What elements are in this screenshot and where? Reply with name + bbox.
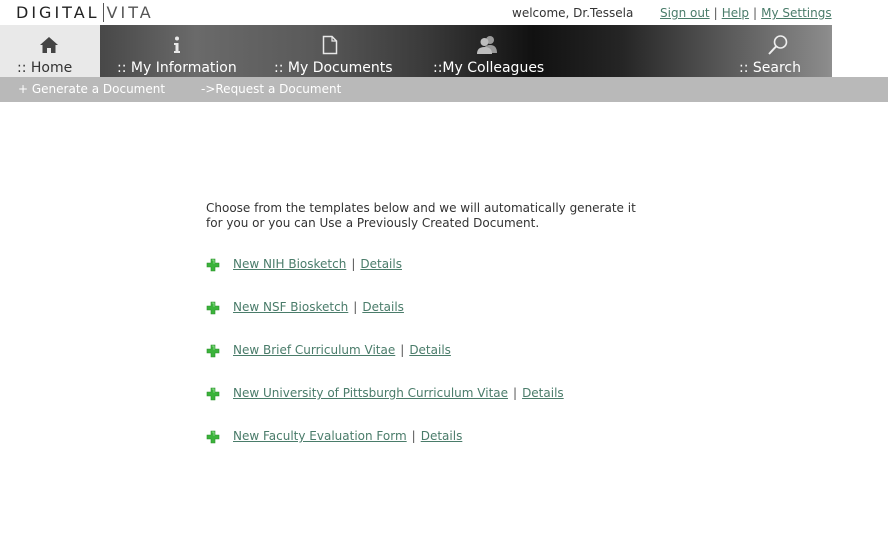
details-link[interactable]: Details bbox=[360, 257, 402, 271]
tab-search-label: :: Search bbox=[739, 60, 801, 76]
tab-my-colleagues[interactable]: ::My Colleagues bbox=[420, 25, 580, 77]
account-links: Sign out | Help | My Settings bbox=[660, 6, 832, 20]
intro-text: Choose from the templates below and we w… bbox=[206, 201, 636, 230]
divider: | bbox=[353, 300, 358, 314]
details-link[interactable]: Details bbox=[421, 429, 463, 443]
tab-search[interactable]: :: Search bbox=[730, 25, 830, 77]
help-link[interactable]: Help bbox=[722, 6, 749, 20]
new-brief-cv-link[interactable]: New Brief Curriculum Vitae bbox=[233, 343, 395, 357]
plus-icon bbox=[206, 387, 220, 401]
welcome-text: welcome, Dr.Tessela bbox=[512, 6, 634, 20]
details-link[interactable]: Details bbox=[409, 343, 451, 357]
divider: | bbox=[513, 386, 518, 400]
search-icon bbox=[766, 34, 790, 56]
plus-icon bbox=[206, 344, 220, 358]
divider: | bbox=[400, 343, 405, 357]
tab-my-documents-label: :: My Documents bbox=[274, 60, 393, 76]
main-nav: :: Home :: My Information :: My Document… bbox=[0, 25, 888, 77]
tab-my-information[interactable]: :: My Information bbox=[100, 25, 260, 77]
tab-my-colleagues-label: ::My Colleagues bbox=[433, 60, 545, 76]
new-pitt-cv-link[interactable]: New University of Pittsburgh Curriculum … bbox=[233, 386, 508, 400]
details-link[interactable]: Details bbox=[522, 386, 564, 400]
request-document-link[interactable]: ->Request a Document bbox=[201, 82, 341, 96]
plus-icon bbox=[206, 430, 220, 444]
logo-text-digital: DIGITAL bbox=[16, 3, 100, 22]
divider: | bbox=[753, 6, 758, 20]
divider: | bbox=[411, 429, 416, 443]
my-settings-link[interactable]: My Settings bbox=[761, 6, 832, 20]
generate-document-link[interactable]: + Generate a Document bbox=[18, 82, 165, 96]
divider: | bbox=[351, 257, 356, 271]
new-nih-biosketch-link[interactable]: New NIH Biosketch bbox=[233, 257, 346, 271]
plus-icon bbox=[206, 301, 220, 315]
divider: | bbox=[713, 6, 718, 20]
new-faculty-evaluation-form-link[interactable]: New Faculty Evaluation Form bbox=[233, 429, 407, 443]
sign-out-link[interactable]: Sign out bbox=[660, 6, 710, 20]
sub-nav: + Generate a Document ->Request a Docume… bbox=[0, 77, 888, 102]
new-nsf-biosketch-link[interactable]: New NSF Biosketch bbox=[233, 300, 348, 314]
top-bar: DIGITAL VITA welcome, Dr.Tessela Sign out… bbox=[0, 0, 888, 25]
details-link[interactable]: Details bbox=[362, 300, 404, 314]
tab-my-information-label: :: My Information bbox=[117, 60, 237, 76]
nav-end-spacer bbox=[832, 25, 888, 77]
document-icon bbox=[319, 34, 341, 56]
logo[interactable]: DIGITAL VITA bbox=[16, 3, 154, 22]
tab-home[interactable]: :: Home bbox=[0, 25, 100, 77]
plus-icon bbox=[206, 258, 220, 272]
home-icon bbox=[38, 34, 60, 56]
tab-my-documents[interactable]: :: My Documents bbox=[260, 25, 420, 77]
tab-home-label: :: Home bbox=[17, 60, 73, 76]
logo-divider bbox=[102, 3, 104, 22]
info-icon bbox=[166, 34, 188, 56]
colleagues-icon bbox=[475, 34, 499, 56]
logo-text-vita: VITA bbox=[106, 3, 154, 22]
